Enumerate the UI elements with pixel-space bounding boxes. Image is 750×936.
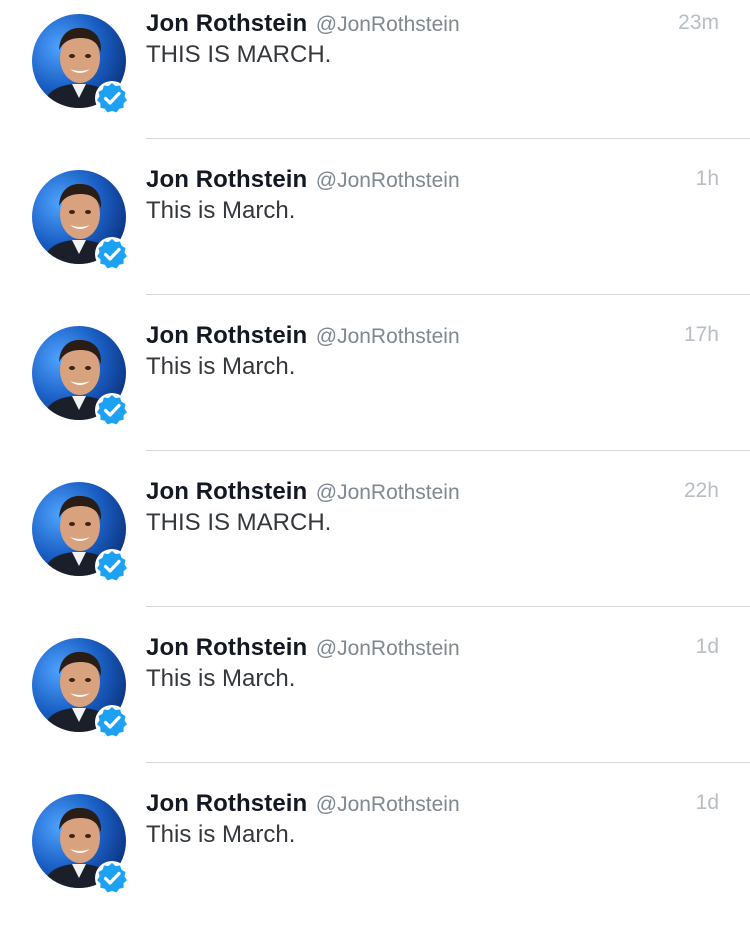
tweet-timestamp: 17h — [683, 323, 719, 346]
verified-badge-icon — [94, 392, 130, 428]
tweet-text: This is March. — [146, 665, 296, 692]
tweet-item[interactable]: Jon Rothstein @JonRothstein 17h This is … — [0, 312, 750, 468]
divider — [146, 138, 750, 139]
user-name[interactable]: Jon Rothstein — [146, 634, 307, 661]
tweet-timestamp: 23m — [678, 11, 719, 34]
user-handle[interactable]: @JonRothstein — [316, 481, 460, 504]
tweet-timestamp: 1d — [695, 635, 719, 658]
verified-badge-icon — [94, 704, 130, 740]
divider — [146, 450, 750, 451]
user-handle[interactable]: @JonRothstein — [316, 13, 460, 36]
tweet-header: Jon Rothstein @JonRothstein — [146, 787, 460, 821]
tweet-timeline: Jon Rothstein @JonRothstein 23m THIS IS … — [0, 0, 750, 912]
divider — [146, 762, 750, 763]
tweet-header: Jon Rothstein @JonRothstein — [146, 319, 460, 353]
tweet-item[interactable]: Jon Rothstein @JonRothstein 1h This is M… — [0, 156, 750, 312]
tweet-item[interactable]: Jon Rothstein @JonRothstein 23m THIS IS … — [0, 0, 750, 156]
tweet-item[interactable]: Jon Rothstein @JonRothstein 22h THIS IS … — [0, 468, 750, 624]
divider — [146, 606, 750, 607]
tweet-header: Jon Rothstein @JonRothstein — [146, 475, 460, 509]
verified-badge-icon — [94, 236, 130, 272]
verified-badge-icon — [94, 548, 130, 584]
user-handle[interactable]: @JonRothstein — [316, 325, 460, 348]
user-name[interactable]: Jon Rothstein — [146, 322, 307, 349]
user-name[interactable]: Jon Rothstein — [146, 478, 307, 505]
tweet-text: THIS IS MARCH. — [146, 41, 332, 68]
user-handle[interactable]: @JonRothstein — [316, 793, 460, 816]
tweet-timestamp: 1d — [695, 791, 719, 814]
tweet-text: THIS IS MARCH. — [146, 509, 332, 536]
user-name[interactable]: Jon Rothstein — [146, 790, 307, 817]
tweet-header: Jon Rothstein @JonRothstein — [146, 631, 460, 665]
tweet-header: Jon Rothstein @JonRothstein — [146, 163, 460, 197]
user-handle[interactable]: @JonRothstein — [316, 637, 460, 660]
tweet-header: Jon Rothstein @JonRothstein — [146, 7, 460, 41]
tweet-timestamp: 1h — [695, 167, 719, 190]
tweet-text: This is March. — [146, 353, 296, 380]
user-name[interactable]: Jon Rothstein — [146, 10, 307, 37]
divider — [146, 294, 750, 295]
tweet-text: This is March. — [146, 197, 296, 224]
verified-badge-icon — [94, 80, 130, 116]
tweet-text: This is March. — [146, 821, 296, 848]
tweet-timestamp: 22h — [683, 479, 719, 502]
tweet-item[interactable]: Jon Rothstein @JonRothstein 1d This is M… — [0, 780, 750, 936]
tweet-item[interactable]: Jon Rothstein @JonRothstein 1d This is M… — [0, 624, 750, 780]
user-handle[interactable]: @JonRothstein — [316, 169, 460, 192]
user-name[interactable]: Jon Rothstein — [146, 166, 307, 193]
verified-badge-icon — [94, 860, 130, 896]
